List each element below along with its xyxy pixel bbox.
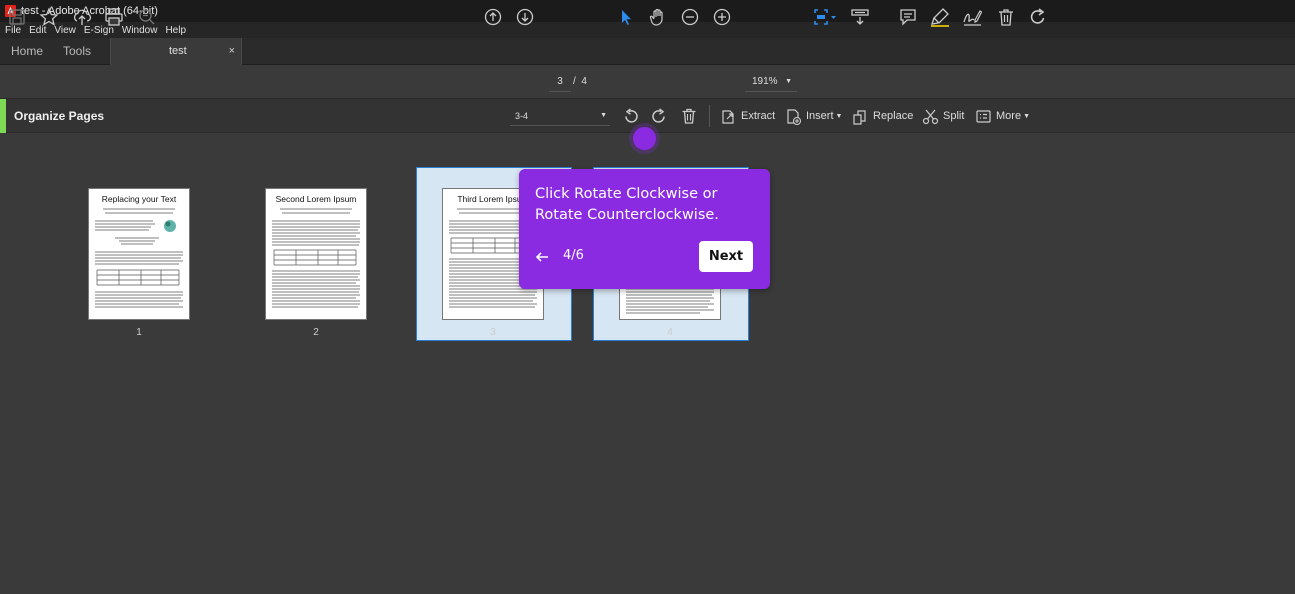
tab-document-label: test (169, 45, 187, 57)
page-number-label: 4 (667, 327, 673, 338)
sign-icon[interactable] (962, 7, 982, 27)
hand-icon[interactable] (648, 7, 668, 27)
replace-label: Replace (873, 110, 914, 122)
tab-tools[interactable]: Tools (63, 38, 91, 64)
next-button[interactable]: Next (699, 241, 753, 272)
extract-button[interactable]: Extract (720, 106, 775, 126)
print-icon[interactable] (104, 7, 124, 27)
rotate-icon[interactable] (1028, 7, 1048, 27)
tool-accent (0, 99, 6, 133)
more-label: More (996, 110, 1022, 122)
zoom-in-icon[interactable] (712, 7, 732, 27)
split-button[interactable]: Split (922, 106, 964, 126)
page-heading: Replacing your Text (101, 194, 177, 204)
tab-document[interactable]: test × (110, 38, 242, 65)
guide-beacon (633, 127, 656, 150)
back-arrow-icon[interactable] (534, 249, 550, 265)
replace-button[interactable]: Replace (852, 106, 913, 126)
page-number-label: 3 (490, 327, 496, 338)
insert-button[interactable]: Insert ▼ (785, 106, 842, 126)
more-dropdown-icon: ▼ (1023, 112, 1030, 120)
fit-page-icon[interactable] (812, 7, 838, 27)
star-icon[interactable] (39, 7, 59, 27)
insert-icon (787, 108, 802, 125)
organize-title: Organize Pages (14, 109, 105, 123)
guide-tooltip: Click Rotate Clockwise or Rotate Counter… (519, 169, 770, 289)
tooltip-step-count: 4/6 (563, 248, 584, 263)
page-number-label: 2 (313, 327, 319, 338)
page-thumbnail-2[interactable]: Second Lorem Ipsum (265, 188, 367, 320)
main-toolbar (0, 65, 1295, 99)
upload-cloud-icon[interactable] (72, 7, 92, 27)
arrow-up-circle-icon[interactable] (483, 7, 503, 27)
page-thumbnail-1[interactable]: Replacing your Text (88, 188, 190, 320)
page-content-lines (272, 208, 360, 308)
page-range-select[interactable]: 3-4 ▼ (510, 106, 610, 126)
replace-icon (853, 109, 866, 125)
toolbar-divider (709, 105, 710, 127)
rotate-counterclockwise-icon[interactable] (622, 107, 640, 125)
rotate-clockwise-icon[interactable] (650, 107, 668, 125)
delete-icon[interactable] (996, 7, 1016, 27)
scroll-mode-icon[interactable] (850, 7, 870, 27)
page-number-input[interactable]: 3 (549, 72, 571, 92)
page-number-label: 1 (136, 327, 142, 338)
menu-help[interactable]: Help (161, 25, 190, 36)
close-tab-icon[interactable]: × (229, 38, 235, 64)
page-content-lines (95, 208, 183, 308)
zoom-search-icon[interactable] (137, 7, 157, 27)
insert-label: Insert (806, 110, 834, 122)
page-total: / 4 (573, 76, 587, 87)
extract-label: Extract (741, 110, 776, 122)
scissors-icon (922, 109, 939, 124)
arrow-down-circle-icon[interactable] (515, 7, 535, 27)
save-icon[interactable] (7, 7, 27, 27)
highlight-icon[interactable] (930, 7, 950, 27)
tab-bar: Home Tools test × (0, 38, 1295, 65)
zoom-level-select[interactable]: 191% ▼ (745, 72, 797, 92)
more-icon (976, 109, 991, 123)
tab-home[interactable]: Home (11, 38, 43, 64)
insert-dropdown-icon: ▼ (835, 112, 843, 120)
page-heading: Second Lorem Ipsum (275, 194, 357, 204)
tooltip-text: Click Rotate Clockwise or Rotate Counter… (535, 186, 719, 223)
cursor-icon[interactable] (616, 7, 636, 27)
comment-icon[interactable] (898, 7, 918, 27)
split-label: Split (943, 110, 965, 122)
delete-pages-icon[interactable] (680, 107, 698, 125)
extract-icon (722, 109, 734, 124)
more-button[interactable]: More ▼ (975, 106, 1030, 126)
zoom-out-icon[interactable] (680, 7, 700, 27)
